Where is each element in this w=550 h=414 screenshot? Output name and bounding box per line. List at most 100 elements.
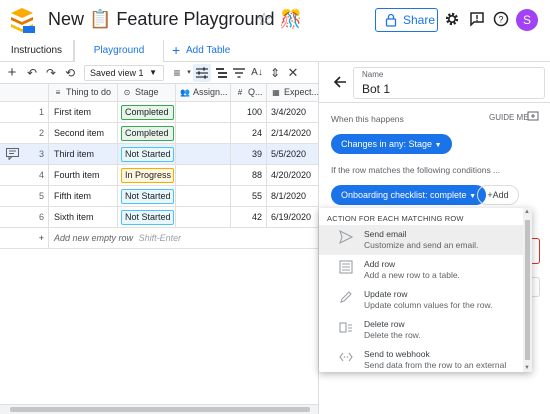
cell-name[interactable]: Third item bbox=[49, 144, 118, 164]
guide-me-link[interactable]: GUIDE ME bbox=[489, 113, 529, 122]
cell-q[interactable]: 42 bbox=[231, 207, 267, 227]
table-row[interactable]: 4 Fourth item In Progress 88 4/20/2020 bbox=[0, 165, 318, 186]
cell-stage[interactable]: Not Started bbox=[118, 207, 176, 227]
condition-pill[interactable]: Onboarding checklist: complete ▼ bbox=[331, 185, 487, 205]
stage-chip[interactable]: Not Started bbox=[121, 189, 174, 204]
trigger-pill[interactable]: Changes in any: Stage ▼ bbox=[331, 134, 452, 154]
menu-scrollbar[interactable]: ▲ ▼ bbox=[523, 208, 532, 372]
filter-sliders-icon[interactable] bbox=[194, 65, 210, 81]
cell-date[interactable]: 6/19/2020 bbox=[267, 207, 318, 227]
cell-q[interactable]: 55 bbox=[231, 186, 267, 206]
cell-name[interactable]: Second item bbox=[49, 123, 118, 143]
share-button[interactable]: Share bbox=[375, 8, 438, 32]
stage-chip[interactable]: Not Started bbox=[121, 147, 174, 162]
cell-date[interactable]: 3/4/2020 bbox=[267, 102, 318, 122]
scroll-up-icon[interactable]: ▲ bbox=[524, 209, 530, 215]
scrollbar-thumb[interactable] bbox=[525, 220, 530, 360]
cell-name[interactable]: Fourth item bbox=[49, 165, 118, 185]
panel-header: Name Bot 1 bbox=[319, 62, 550, 103]
send-icon bbox=[339, 230, 353, 244]
horizontal-scrollbar[interactable] bbox=[0, 404, 318, 414]
action-field-edge[interactable] bbox=[532, 277, 540, 297]
cell-date[interactable]: 8/1/2020 bbox=[267, 186, 318, 206]
back-arrow-icon[interactable] bbox=[333, 75, 347, 89]
cell-assign[interactable] bbox=[176, 207, 231, 227]
cell-name[interactable]: First item bbox=[49, 102, 118, 122]
scroll-down-icon[interactable]: ▼ bbox=[524, 365, 530, 371]
cell-assign[interactable] bbox=[176, 123, 231, 143]
column-header-stage[interactable]: ⊙ Stage bbox=[118, 84, 176, 101]
column-header-name[interactable]: ≡ Thing to do bbox=[49, 84, 118, 101]
column-header-q[interactable]: # Q... bbox=[231, 84, 267, 101]
svg-text:?: ? bbox=[498, 15, 503, 25]
add-row[interactable]: + Add new empty row Shift-Enter bbox=[0, 228, 318, 249]
cell-assign[interactable] bbox=[176, 144, 231, 164]
saved-view-label: Saved view 1 bbox=[90, 68, 144, 78]
cell-date[interactable]: 4/20/2020 bbox=[267, 165, 318, 185]
cell-stage[interactable]: In Progress bbox=[118, 165, 176, 185]
menu-item-webhook[interactable]: Send to webhook Send data from the row t… bbox=[319, 345, 523, 372]
cell-name[interactable]: Fifth item bbox=[49, 186, 118, 206]
redo-icon[interactable]: ↷ bbox=[43, 65, 59, 81]
add-table-button[interactable]: + Add Table bbox=[170, 40, 240, 62]
table-row[interactable]: 1 First item Completed 100 3/4/2020 bbox=[0, 102, 318, 123]
cell-q[interactable]: 24 bbox=[231, 123, 267, 143]
cell-date[interactable]: 5/5/2020 bbox=[267, 144, 318, 164]
column-header-expect[interactable]: ▦ Expect... bbox=[267, 84, 318, 101]
menu-item-delete-row[interactable]: Delete row Delete the row. bbox=[319, 315, 523, 345]
close-icon[interactable]: ✕ bbox=[285, 65, 301, 81]
menu-item-add-row[interactable]: Add row Add a new row to a table. bbox=[319, 255, 523, 285]
bot-name-field[interactable]: Name Bot 1 bbox=[353, 67, 545, 99]
cell-assign[interactable] bbox=[176, 102, 231, 122]
action-field-edge[interactable] bbox=[532, 238, 540, 264]
app-header: New 📋 Feature Playground 🎊 ☆ Share ? S bbox=[0, 0, 550, 40]
cell-name[interactable]: Sixth item bbox=[49, 207, 118, 227]
cell-stage[interactable]: Not Started bbox=[118, 186, 176, 206]
menu-item-title: Send to webhook bbox=[364, 349, 430, 359]
tab-playground-table[interactable]: Playground Table bbox=[74, 40, 164, 77]
cell-q[interactable]: 39 bbox=[231, 144, 267, 164]
gear-icon[interactable] bbox=[444, 11, 460, 27]
add-icon[interactable]: + bbox=[4, 65, 20, 81]
cell-stage[interactable]: Completed bbox=[118, 123, 176, 143]
undo-icon[interactable]: ↶ bbox=[24, 65, 40, 81]
help-icon[interactable]: ? bbox=[493, 11, 509, 27]
cell-assign[interactable] bbox=[176, 165, 231, 185]
table-row[interactable]: 2 Second item Completed 24 2/14/2020 bbox=[0, 123, 318, 144]
expand-icon[interactable]: ⇕ bbox=[267, 65, 283, 81]
table-row-selected[interactable]: 3 Third item Not Started 39 5/5/2020 bbox=[0, 144, 318, 165]
name-value[interactable]: Bot 1 bbox=[362, 82, 390, 96]
sort-icon[interactable]: A↓ bbox=[249, 65, 265, 81]
group-icon[interactable] bbox=[214, 65, 230, 81]
scrollbar-thumb[interactable] bbox=[10, 407, 310, 412]
add-condition-button[interactable]: +Add bbox=[477, 185, 519, 205]
add-row-plus[interactable]: + bbox=[0, 228, 49, 248]
filter-icon[interactable] bbox=[231, 65, 247, 81]
saved-view-select[interactable]: Saved view 1 ▼ bbox=[84, 65, 164, 81]
cell-stage[interactable]: Not Started bbox=[118, 144, 176, 164]
add-row-text[interactable]: Add new empty row Shift-Enter bbox=[49, 228, 318, 248]
menu-item-send-email[interactable]: Send email Customize and send an email. bbox=[319, 225, 523, 255]
cell-q[interactable]: 88 bbox=[231, 165, 267, 185]
column-header-assign[interactable]: 👥 Assign... bbox=[176, 84, 231, 101]
cell-assign[interactable] bbox=[176, 186, 231, 206]
table-row[interactable]: 5 Fifth item Not Started 55 8/1/2020 bbox=[0, 186, 318, 207]
app-logo-icon[interactable] bbox=[9, 6, 35, 34]
avatar[interactable]: S bbox=[516, 9, 538, 31]
cell-stage[interactable]: Completed bbox=[118, 102, 176, 122]
cell-date[interactable]: 2/14/2020 bbox=[267, 123, 318, 143]
menu-item-update-row[interactable]: Update row Update column values for the … bbox=[319, 285, 523, 315]
history-icon[interactable]: ⟲ bbox=[62, 65, 78, 81]
cell-q[interactable]: 100 bbox=[231, 102, 267, 122]
star-icon[interactable]: ☆ bbox=[256, 9, 272, 29]
tab-instructions[interactable]: Instructions bbox=[0, 40, 74, 62]
stage-chip[interactable]: Not Started bbox=[121, 210, 174, 225]
stage-chip[interactable]: In Progress bbox=[121, 168, 174, 183]
guide-icon[interactable] bbox=[527, 111, 539, 123]
stage-chip[interactable]: Completed bbox=[121, 126, 174, 141]
people-icon: 👥 bbox=[180, 88, 190, 97]
stage-chip[interactable]: Completed bbox=[121, 105, 174, 120]
menu-item-desc: Add a new row to a table. bbox=[364, 270, 460, 280]
table-row[interactable]: 6 Sixth item Not Started 42 6/19/2020 bbox=[0, 207, 318, 228]
feedback-icon[interactable] bbox=[469, 11, 485, 27]
